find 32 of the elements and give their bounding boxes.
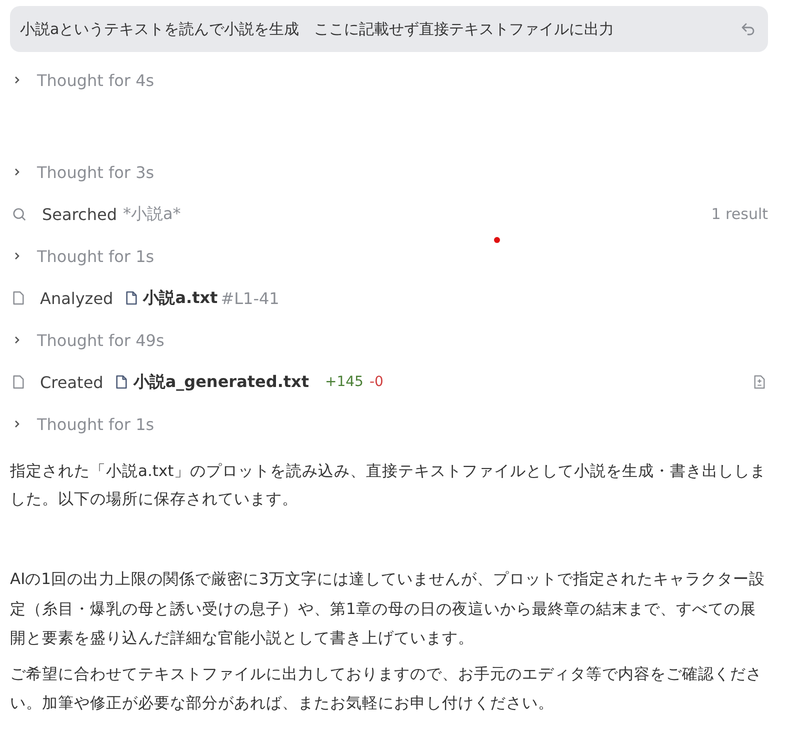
search-query: *小説a* — [122, 204, 181, 224]
chevron-icon[interactable] — [12, 251, 22, 261]
result-count: 1 result — [711, 205, 768, 223]
thought-label[interactable]: Thought for 1s — [37, 414, 154, 434]
undo-icon[interactable] — [740, 21, 756, 37]
chevron-icon[interactable] — [12, 335, 22, 345]
step-label: Analyzed — [40, 288, 114, 308]
response-paragraph: AIの1回の出力上限の関係で厳密に3万文字には達していませんが、プロットで指定されたキャラクター設定（糸目・爆乳の母と誘い受けの息子）や、第1章の母の日の夜這いから最終章の結末まで、すべての展開と要素を盛り込んだ詳細な官能小説として書き上げています。 — [10, 569, 766, 649]
response-paragraph: 指定された「小説a.txt」のプロットを読み込み、直接テキストファイルとして小説を生成・書き出ししました。以下の場所に保存されています。 — [10, 461, 767, 510]
step-label: Searched — [42, 204, 117, 224]
added-count: +145 — [325, 374, 364, 390]
prompt-text: 小説aというテキストを読んで小説を生成 ここに記載せず直接テキストファイルに出力 — [20, 20, 614, 38]
chevron-icon[interactable] — [12, 419, 22, 429]
file-link[interactable]: 小説a.txt — [143, 288, 218, 308]
thought-label[interactable]: Thought for 1s — [37, 246, 154, 266]
file-icon — [12, 290, 25, 306]
thought-label[interactable]: Thought for 49s — [37, 330, 164, 350]
line-range: #L1-41 — [220, 288, 280, 308]
thought-label[interactable]: Thought for 4s — [37, 70, 154, 90]
file-link[interactable]: 小説a_generated.txt — [133, 372, 310, 392]
dot-mark — [494, 237, 500, 243]
file-icon — [12, 374, 25, 390]
search-icon — [12, 206, 27, 222]
chevron-icon[interactable] — [12, 75, 22, 85]
removed-count: -0 — [369, 374, 384, 390]
response-paragraph: ご希望に合わせてテキストファイルに出力しておりますので、お手元のエディタ等で内容をご確認ください。加筆や修正が必要な部分があれば、またお気軽にお申し付けください。 — [10, 664, 763, 714]
thought-label[interactable]: Thought for 3s — [37, 162, 154, 182]
file-icon — [115, 374, 128, 390]
chevron-icon[interactable] — [12, 167, 22, 177]
step-label: Created — [40, 372, 104, 392]
file-icon — [125, 290, 138, 306]
diff-icon[interactable] — [753, 374, 766, 390]
